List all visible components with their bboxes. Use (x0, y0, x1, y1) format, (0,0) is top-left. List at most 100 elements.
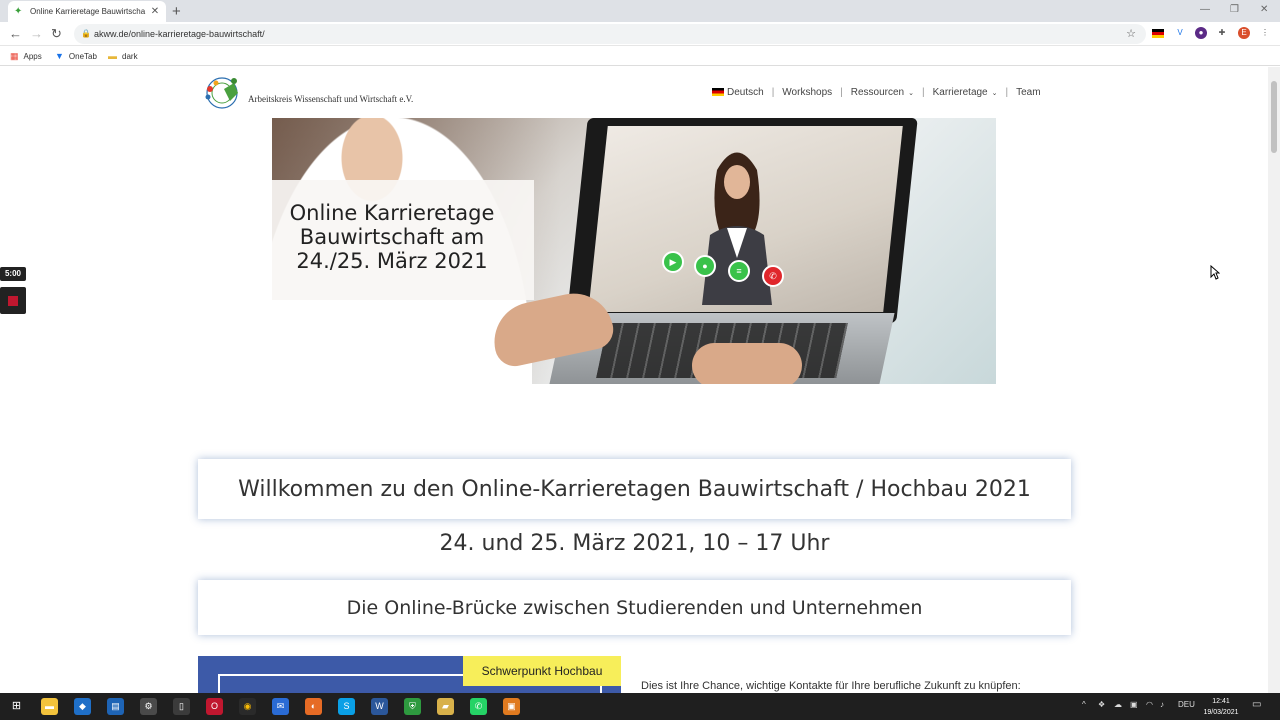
welcome-heading: Willkommen zu den Online-Karrieretagen B… (198, 459, 1071, 519)
tray-chevron-icon[interactable]: ^ (1082, 700, 1086, 709)
notification-icon[interactable]: ▭ (1252, 699, 1261, 710)
site-favicon-icon: ✦ (14, 5, 23, 17)
onetab-icon: ▼ (55, 51, 64, 61)
close-tab-icon[interactable]: ✕ (150, 6, 160, 17)
mouse-cursor-icon (1210, 265, 1220, 280)
lock-icon: 🔒 (81, 29, 91, 38)
stop-recording-button[interactable] (0, 287, 26, 314)
url-text: akww.de/online-karrieretage-bauwirtschaf… (94, 29, 265, 39)
bookmark-label: OneTab (68, 51, 97, 61)
clock-date: 19/03/2021 (1203, 709, 1239, 716)
close-window-icon[interactable]: ✕ (1260, 4, 1268, 15)
german-flag-icon (712, 88, 724, 96)
bookmark-onetab[interactable]: ▼ OneTab (55, 51, 97, 61)
video-camera-icon: ▶ (662, 251, 684, 273)
stop-icon (8, 296, 18, 306)
windows-taskbar: ⊞ ▬ ◆ ▤ ⚙ ▯ O ◉ ✉ ◐ S W ⛨ ▰ ✆ ▣ ^ ❖ ☁ ▣ … (0, 693, 1280, 720)
app-icon-orange[interactable]: ▣ (503, 698, 520, 715)
bridge-heading: Die Online-Brücke zwischen Studierenden … (198, 580, 1071, 635)
hero-banner: ▶ ● ≡ ✆ Online Karrieretage Bauwirtschaf… (272, 118, 996, 384)
file-explorer-icon[interactable]: ▬ (41, 698, 58, 715)
calculator-icon[interactable]: ▤ (107, 698, 124, 715)
nav-item-language[interactable]: Deutsch (712, 87, 764, 98)
intro-text: Dies ist Ihre Chance, wichtige Kontakte … (641, 680, 1021, 692)
hang-up-icon: ✆ (762, 265, 784, 287)
restore-icon[interactable]: ❐ (1230, 4, 1239, 15)
site-name: Arbeitskreis Wissenschaft und Wirtschaft… (248, 94, 414, 104)
clock-time: 12:41 (1212, 698, 1230, 705)
word-icon[interactable]: W (371, 698, 388, 715)
extensions-puzzle-icon[interactable]: ✚ (1216, 27, 1228, 39)
opera-icon[interactable]: O (206, 698, 223, 715)
apps-grid-icon: ▦ (10, 51, 19, 61)
minimize-icon[interactable]: — (1200, 4, 1210, 15)
event-date: 24. und 25. März 2021, 10 – 17 Uhr (439, 531, 830, 556)
nav-label: Ressourcen (850, 87, 905, 98)
onedrive-icon[interactable]: ☁ (1114, 700, 1122, 709)
wifi-icon[interactable]: ◠ (1146, 700, 1153, 709)
browser-tab[interactable]: ✦ Online Karrieretage Bauwirtscha ✕ (8, 1, 166, 22)
bookmark-label: Apps (23, 52, 42, 61)
hero-title-line: Bauwirtschaft am (299, 225, 485, 249)
volume-icon[interactable]: ♪ (1160, 700, 1164, 709)
web-page: Arbeitskreis Wissenschaft und Wirtschaft… (0, 67, 1268, 693)
profile-avatar[interactable]: E (1238, 27, 1250, 39)
promo-image: Schwerpunkt Hochbau (198, 656, 621, 693)
chrome-icon[interactable]: ◉ (239, 698, 256, 715)
nav-label: Karrieretage (932, 87, 988, 98)
site-logo[interactable]: Arbeitskreis Wissenschaft und Wirtschaft… (200, 75, 413, 111)
skype-icon[interactable]: S (338, 698, 355, 715)
address-bar[interactable]: 🔒 akww.de/online-karrieretage-bauwirtsch… (74, 24, 1146, 44)
shield-app-icon[interactable]: ⛨ (404, 698, 421, 715)
bookmark-star-icon[interactable]: ☆ (1126, 24, 1136, 44)
nav-separator: | (840, 87, 843, 98)
browser-toolbar: ← → ↻ 🔒 akww.de/online-karrieretage-bauw… (0, 22, 1280, 46)
privacy-extension-icon[interactable]: ● (1195, 27, 1207, 39)
nav-separator: | (1005, 87, 1009, 98)
scrollbar-thumb[interactable] (1271, 81, 1277, 153)
folder-app-icon[interactable]: ▰ (437, 698, 454, 715)
right-hand (692, 343, 802, 384)
microphone-icon: ● (694, 255, 716, 277)
nav-item-karrieretage[interactable]: Karrieretage ⌄ (933, 87, 998, 98)
firefox-icon[interactable]: ◐ (305, 698, 322, 715)
hero-title-line: 24./25. März 2021 (296, 249, 488, 273)
chat-icon: ≡ (728, 260, 750, 282)
windows-start-icon[interactable]: ⊞ (8, 698, 25, 715)
browser-menu-icon[interactable]: ⋮ (1259, 27, 1271, 39)
page-scrollbar[interactable] (1268, 67, 1280, 693)
recording-timer: 5:00 (0, 267, 26, 281)
settings-app-icon[interactable]: ⚙ (140, 698, 157, 715)
app-icon-blue[interactable]: ◆ (74, 698, 91, 715)
chevron-down-icon: ⌄ (908, 90, 914, 97)
dropbox-icon[interactable]: ❖ (1098, 700, 1105, 709)
browser-tab-strip: ✦ Online Karrieretage Bauwirtscha ✕ + — … (0, 0, 1280, 22)
forward-icon[interactable]: → (30, 26, 43, 41)
onetab-extension-icon[interactable]: V (1174, 27, 1186, 39)
bookmarks-bar: ▦ Apps ▼ OneTab ▬ dark (0, 46, 1280, 66)
nav-label: Deutsch (727, 87, 764, 98)
nav-separator: | (921, 87, 925, 98)
back-icon[interactable]: ← (9, 26, 22, 41)
main-navigation: Deutsch | Workshops | Ressourcen ⌄ | Karr… (712, 87, 1041, 98)
tab-title: Online Karrieretage Bauwirtscha (30, 7, 146, 16)
hero-title: Online Karrieretage Bauwirtschaft am 24.… (272, 201, 512, 273)
tray-app-icon[interactable]: ▣ (1130, 700, 1138, 709)
german-flag-extension-icon[interactable] (1152, 29, 1164, 38)
new-tab-button[interactable]: + (172, 3, 181, 20)
nav-item-ressourcen[interactable]: Ressourcen ⌄ (851, 87, 914, 98)
reload-icon[interactable]: ↻ (51, 26, 62, 42)
whatsapp-icon[interactable]: ✆ (470, 698, 487, 715)
notepad-icon[interactable]: ▯ (173, 698, 190, 715)
bookmark-dark[interactable]: ▬ dark (108, 51, 138, 61)
chat-app-icon[interactable]: ✉ (272, 698, 289, 715)
taskbar-clock[interactable]: 12:41 19/03/2021 (1196, 696, 1246, 718)
nav-separator: | (771, 87, 775, 98)
chevron-down-icon: ⌄ (991, 90, 998, 97)
bookmark-apps[interactable]: ▦ Apps (10, 51, 42, 62)
nav-item-team[interactable]: Team (1016, 87, 1040, 98)
bookmark-label: dark (122, 51, 138, 61)
akww-logo-icon (205, 77, 238, 109)
input-language[interactable]: DEU (1178, 700, 1195, 709)
nav-item-workshops[interactable]: Workshops (782, 87, 832, 98)
